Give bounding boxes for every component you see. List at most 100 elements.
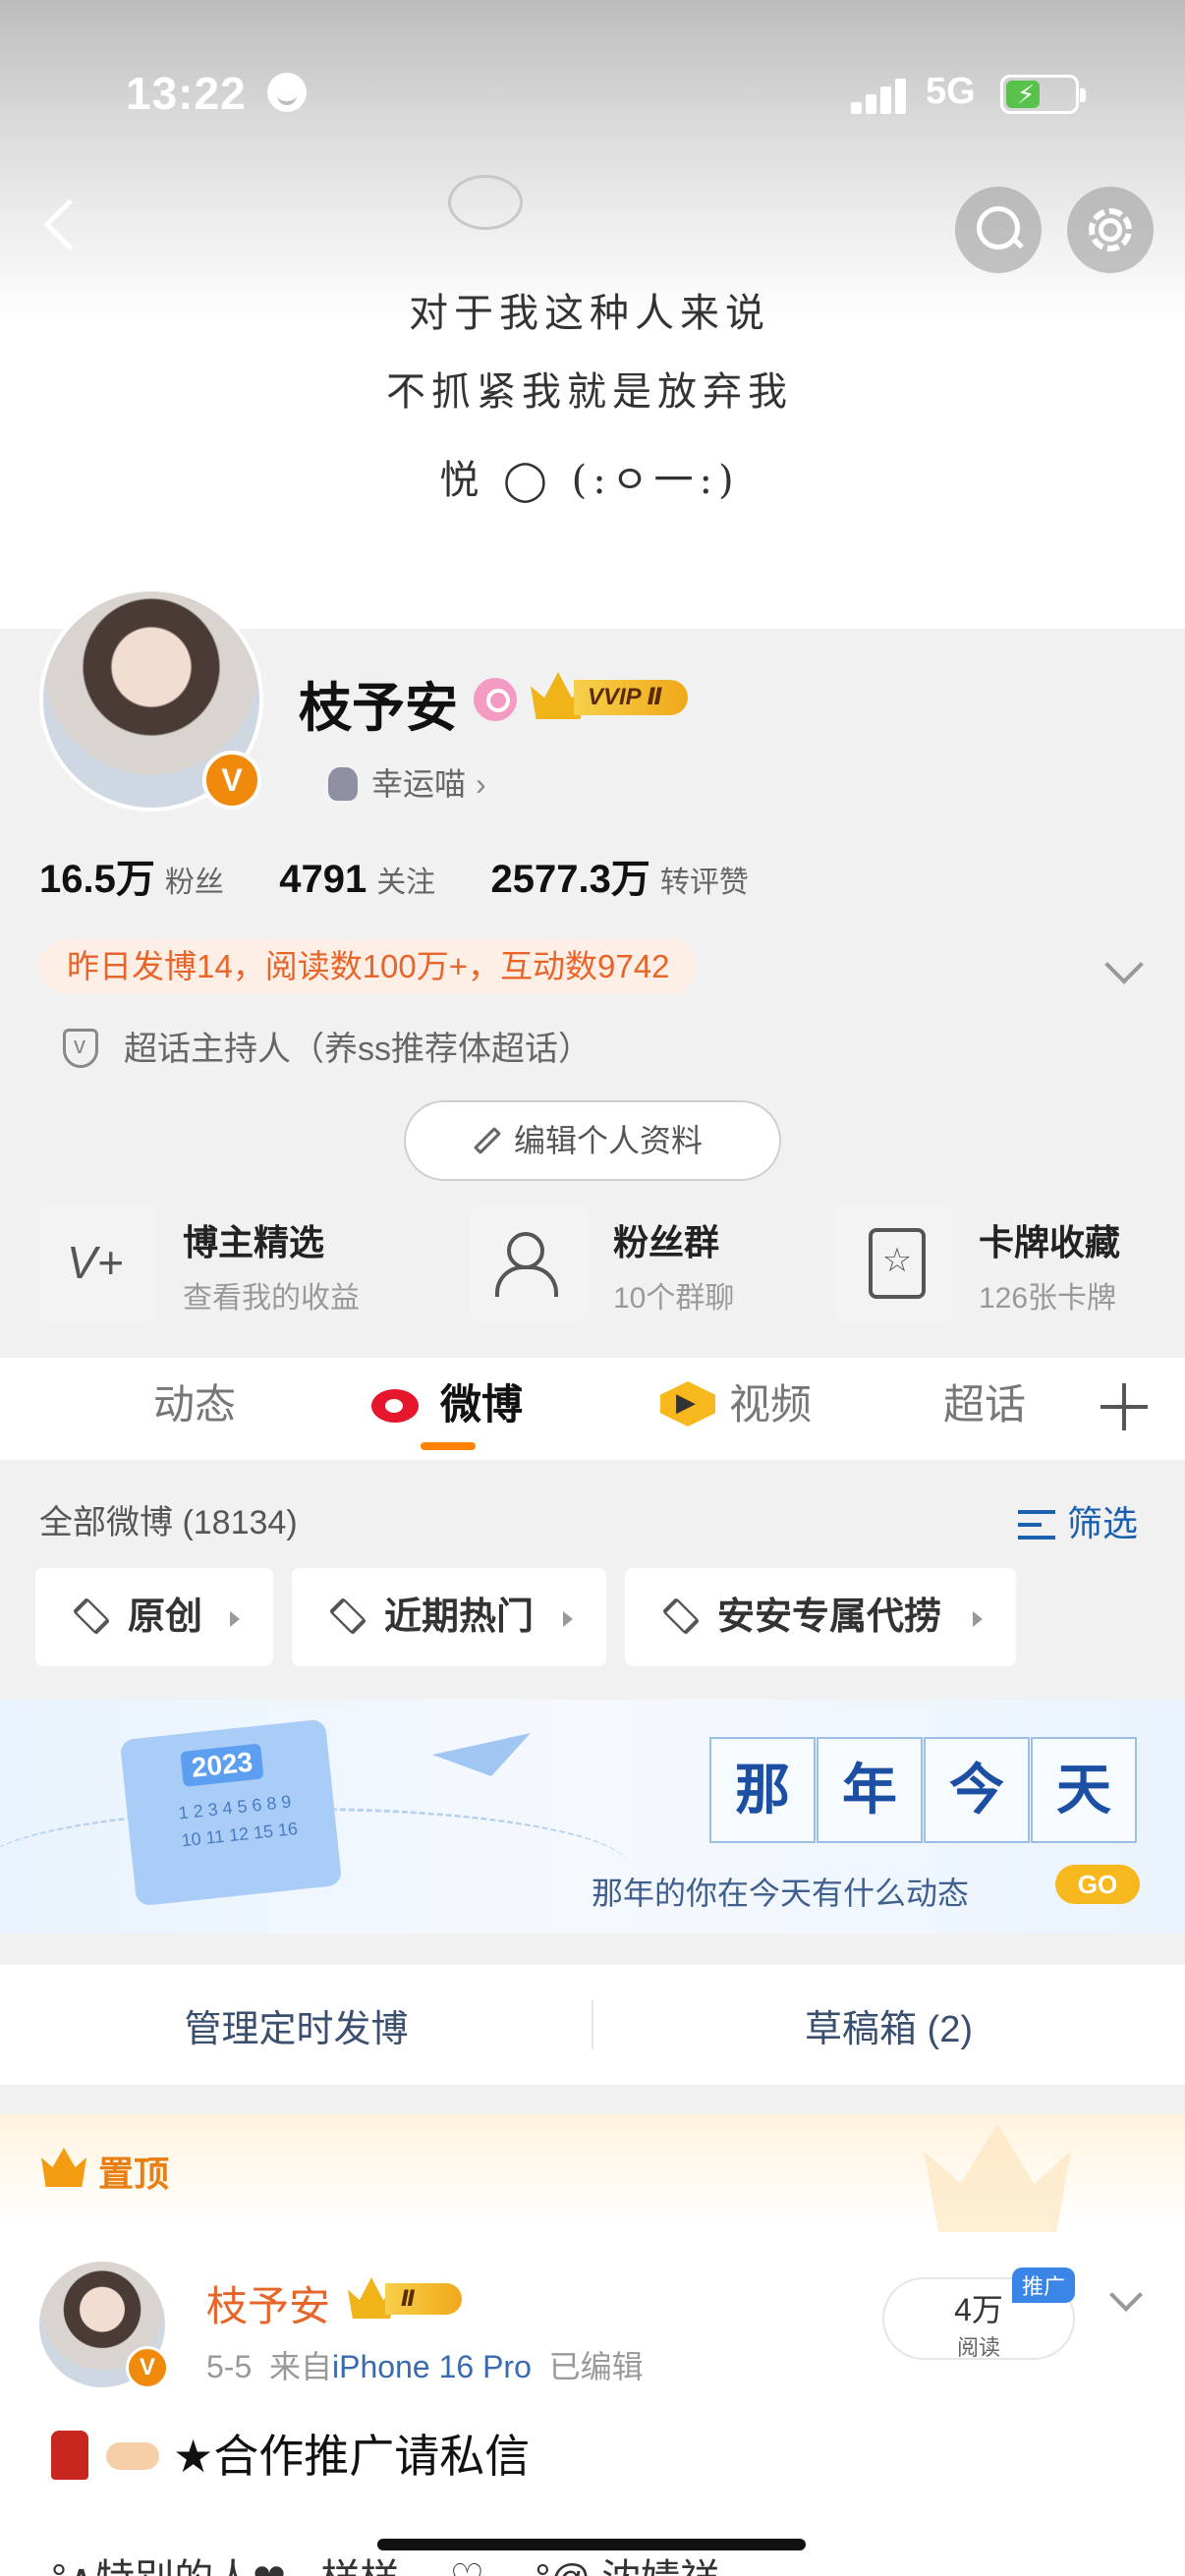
all-posts-count: 全部微博 (18134) <box>39 1504 298 1541</box>
post-date: 5-5 <box>206 2349 253 2384</box>
pointing-hand-emoji-icon <box>106 2442 159 2470</box>
search-icon[interactable] <box>955 187 1042 273</box>
post-text: ★合作推广请私信 <box>51 2421 530 2486</box>
feature-card-collection[interactable]: 卡牌收藏 126张卡牌 <box>835 1204 1179 1324</box>
tab-super-topic[interactable]: 超话 <box>943 1372 1026 1431</box>
vvip-label: VVIP Ⅱ <box>574 680 688 715</box>
tab-activity[interactable]: 动态 <box>153 1372 236 1431</box>
chip-label: 近期热门 <box>384 1596 535 1638</box>
profile-stats: 16.5万 粉丝 4791 关注 2577.3万 转评赞 <box>39 847 796 906</box>
post-meta: 5-5 来自iPhone 16 Pro 已编辑 <box>206 2342 644 2387</box>
back-icon[interactable] <box>29 193 88 261</box>
card-icon <box>835 1204 953 1322</box>
layers-icon <box>72 1596 111 1636</box>
post-device[interactable]: iPhone 16 Pro <box>332 2349 532 2384</box>
stat-value: 4791 <box>279 858 367 901</box>
yesterday-summary[interactable]: 昨日发博14，阅读数100万+，互动数9742 <box>39 939 698 994</box>
pinned-label: 置顶 <box>98 2154 170 2194</box>
lucky-label: 幸运喵 <box>371 766 467 802</box>
gear-icon[interactable] <box>1067 187 1154 273</box>
banner-go-button[interactable]: GO <box>1055 1865 1140 1904</box>
vvip-badge[interactable]: VVIP Ⅱ <box>531 672 688 719</box>
home-indicator[interactable] <box>377 2539 806 2550</box>
weibo-icon <box>371 1381 426 1425</box>
stat-interactions[interactable]: 2577.3万 转评赞 <box>491 847 749 904</box>
stat-value: 16.5万 <box>39 858 155 901</box>
chip-exclusive[interactable]: 安安专属代捞 <box>625 1568 1016 1666</box>
feature-title: 博主精选 <box>183 1222 325 1262</box>
focus-mode-icon <box>267 73 307 112</box>
feature-blogger-picks[interactable]: 博主精选 查看我的收益 <box>39 1204 452 1324</box>
caret-right-icon <box>563 1611 573 1627</box>
stat-followers[interactable]: 16.5万 粉丝 <box>39 847 224 904</box>
tab-label: 视频 <box>729 1381 813 1428</box>
cover-line-3: 悦 ◯ (:ㅇ一:) <box>439 458 740 503</box>
stat-value: 2577.3万 <box>490 858 650 901</box>
status-bar: 13:22 5G ⚡ <box>0 59 1185 128</box>
calendar-icon: 2023 1 2 3 4 5 6 8 9 10 11 12 15 16 <box>119 1718 343 1907</box>
feature-fan-groups[interactable]: 粉丝群 10个群聊 <box>470 1204 804 1324</box>
video-icon <box>660 1381 715 1427</box>
profile-cover: 13:22 5G ⚡ 对于我这种人来说 不抓紧我就是放弃我 悦 ◯ (:ㅇ一:) <box>0 0 1185 629</box>
status-time: 13:22 <box>126 68 247 119</box>
pinned-post[interactable]: 置顶 V 枝予安 Ⅱ 5-5 来自iPhone 16 Pro 已编辑 4万 阅读… <box>0 2114 1185 2576</box>
stat-label: 关注 <box>376 867 436 899</box>
stat-label: 转评赞 <box>659 867 749 899</box>
promote-tag[interactable]: 推广 <box>1012 2268 1076 2303</box>
lucky-tag-button[interactable]: 幸运喵 › <box>299 756 512 812</box>
stat-label: 粉丝 <box>164 867 224 899</box>
chevron-down-icon[interactable] <box>1104 945 1144 984</box>
post-next-line: °∧特别的人❤ · 样样 ⸝⸝♡⸝⸝ °@ 沈婧祥 <box>51 2547 719 2576</box>
host-info[interactable]: 超话主持人（养ss推荐体超话） <box>63 1022 592 1070</box>
post-author[interactable]: 枝予安 <box>206 2273 330 2333</box>
feed-filter-bar: 全部微博 (18134) 筛选 原创 近期热门 安安专属代捞 <box>0 1460 1185 1700</box>
layers-icon <box>661 1596 701 1636</box>
network-type: 5G <box>926 71 976 112</box>
chip-recent-hot[interactable]: 近期热门 <box>292 1568 606 1666</box>
feature-title: 卡牌收藏 <box>979 1222 1121 1262</box>
caret-right-icon <box>230 1611 240 1627</box>
cat-icon <box>328 767 358 801</box>
post-text-content: ★合作推广请私信 <box>173 2431 531 2482</box>
banner-char: 那 <box>709 1737 816 1843</box>
vip-badge: Ⅱ <box>348 2277 462 2319</box>
stat-following[interactable]: 4791 关注 <box>279 858 435 902</box>
filter-button[interactable]: 筛选 <box>1018 1495 1138 1546</box>
calendar-grid: 1 2 3 4 5 6 8 9 10 11 12 15 16 <box>177 1791 299 1851</box>
chevron-down-icon[interactable] <box>1109 2278 1143 2312</box>
verified-badge-icon: V <box>126 2346 169 2389</box>
group-icon <box>470 1204 588 1322</box>
tab-video[interactable]: 视频 <box>660 1372 812 1431</box>
cover-line-1: 对于我这种人来说 <box>409 291 770 336</box>
super-topic-badge-icon[interactable] <box>474 678 517 721</box>
paper-plane-icon <box>432 1733 531 1776</box>
drafts-button[interactable]: 草稿箱 (2) <box>592 1998 1185 2052</box>
filter-icon <box>1018 1510 1055 1540</box>
scarf-emoji-icon <box>51 2431 88 2480</box>
banner-char: 今 <box>924 1737 1030 1843</box>
feature-subtitle: 查看我的收益 <box>183 1282 360 1315</box>
pencil-icon <box>473 1126 502 1155</box>
vip-label: Ⅱ <box>385 2283 462 2315</box>
chip-original[interactable]: 原创 <box>35 1568 273 1666</box>
signal-icon <box>851 75 910 114</box>
feature-subtitle: 10个群聊 <box>613 1282 735 1315</box>
scheduled-posts-button[interactable]: 管理定时发博 <box>0 1998 592 2052</box>
tab-weibo[interactable]: 微博 <box>371 1372 523 1431</box>
layers-icon <box>328 1596 367 1636</box>
cover-doodle: 对于我这种人来说 不抓紧我就是放弃我 悦 ◯ (:ㅇ一:) <box>334 157 845 550</box>
plus-icon[interactable] <box>1100 1383 1148 1430</box>
on-this-day-banner[interactable]: 2023 1 2 3 4 5 6 8 9 10 11 12 15 16 那 年 … <box>0 1700 1185 1933</box>
edit-profile-button[interactable]: 编辑个人资料 <box>404 1100 781 1181</box>
feature-subtitle: 126张卡牌 <box>979 1282 1117 1315</box>
host-label: 超话主持人（养ss推荐体超话） <box>124 1031 592 1068</box>
battery-icon: ⚡ <box>1000 75 1086 114</box>
profile-name: 枝予安 <box>299 679 458 738</box>
post-from: 来自 <box>269 2349 333 2384</box>
tab-label: 微博 <box>440 1381 524 1428</box>
calendar-year: 2023 <box>180 1743 264 1787</box>
banner-char: 年 <box>817 1737 923 1843</box>
verified-badge-icon <box>202 751 261 810</box>
chevron-right-icon: › <box>476 766 486 802</box>
feature-title: 粉丝群 <box>613 1222 720 1262</box>
